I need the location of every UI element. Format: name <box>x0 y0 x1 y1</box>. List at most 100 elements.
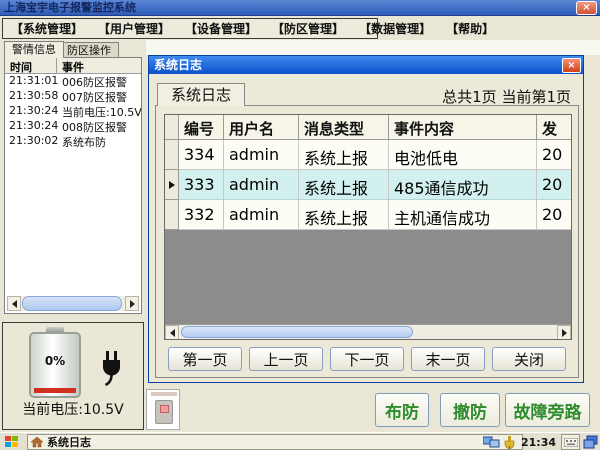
battery-level-bar <box>34 388 76 393</box>
device-thumbnail-caption <box>151 392 177 396</box>
tab-alarm-info-label: 警情信息 <box>12 43 56 56</box>
battery-panel: 0% 当前电压:10.5V <box>2 322 144 430</box>
menu-device[interactable]: 【设备管理】 <box>185 20 257 37</box>
cell-user: admin <box>224 200 299 230</box>
start-button[interactable] <box>5 436 18 448</box>
col-header-time: 时间 <box>5 58 57 73</box>
scroll-left-icon[interactable] <box>7 296 21 311</box>
cell-id: 332 <box>179 200 224 230</box>
col-header-event: 事件 <box>57 58 141 73</box>
event-text: 系统布防 <box>57 134 141 149</box>
first-page-button[interactable]: 第一页 <box>168 347 242 371</box>
cell-id: 333 <box>179 170 224 200</box>
last-page-button[interactable]: 末一页 <box>411 347 485 371</box>
cell-user: admin <box>224 140 299 170</box>
cell-content: 485通信成功 <box>389 170 537 200</box>
cell-type: 系统上报 <box>299 200 389 230</box>
cell-time: 20 <box>537 170 571 200</box>
dialog-title: 系统日志 <box>154 58 202 72</box>
tab-alarm-info[interactable]: 警情信息 <box>4 41 64 58</box>
window-close-button[interactable]: × <box>576 1 597 15</box>
scroll-right-icon[interactable] <box>125 296 139 311</box>
prev-page-button[interactable]: 上一页 <box>249 347 323 371</box>
cell-type: 系统上报 <box>299 170 389 200</box>
list-item[interactable]: 21:30:24 008防区报警 <box>5 119 141 134</box>
dialog-tab-page: 编号 用户名 消息类型 事件内容 发 334 admin 系统上报 电池低电 2… <box>155 105 579 378</box>
scroll-left-icon[interactable] <box>165 325 179 340</box>
cell-user: admin <box>224 170 299 200</box>
scroll-right-icon[interactable] <box>557 325 571 340</box>
network-icon[interactable] <box>483 436 500 449</box>
device-thumbnail <box>146 389 180 430</box>
window-titlebar: 上海宝宇电子报警监控系统 <box>0 0 600 16</box>
window-switcher-icon[interactable] <box>583 435 598 450</box>
scrollbar-thumb[interactable] <box>22 296 122 311</box>
alarm-device-icon <box>155 400 173 424</box>
arm-button[interactable]: 布防 <box>375 393 429 427</box>
fault-bypass-button[interactable]: 故障旁路 <box>505 393 590 427</box>
cell-type: 系统上报 <box>299 140 389 170</box>
client-background-strip <box>146 40 600 55</box>
cell-content: 电池低电 <box>389 140 537 170</box>
col-header-content: 事件内容 <box>389 115 537 140</box>
close-icon: × <box>582 2 590 13</box>
cell-time: 20 <box>537 140 571 170</box>
window-title: 上海宝宇电子报警监控系统 <box>4 1 136 14</box>
menu-data[interactable]: 【数据管理】 <box>359 20 431 37</box>
list-item[interactable]: 21:30:58 007防区报警 <box>5 89 141 104</box>
clock: 21:34 <box>519 436 558 449</box>
connection-plug-icon[interactable] <box>503 436 516 449</box>
event-list-hscrollbar[interactable] <box>7 296 139 311</box>
power-plug-icon <box>99 349 125 393</box>
event-text: 007防区报警 <box>57 89 141 104</box>
page-info: 总共1页 当前第1页 <box>442 86 571 107</box>
event-text: 008防区报警 <box>57 119 141 134</box>
grid-hscrollbar[interactable] <box>165 324 571 339</box>
log-grid: 编号 用户名 消息类型 事件内容 发 334 admin 系统上报 电池低电 2… <box>164 114 572 340</box>
row-selector-arrow-icon <box>165 170 179 200</box>
row-selector <box>165 200 179 230</box>
cell-id: 334 <box>179 140 224 170</box>
dialog-tab-system-log[interactable]: 系统日志 <box>157 83 245 106</box>
menu-zone[interactable]: 【防区管理】 <box>272 20 344 37</box>
list-item[interactable]: 21:31:01 006防区报警 <box>5 74 141 89</box>
keyboard-icon[interactable] <box>561 434 580 450</box>
next-page-button[interactable]: 下一页 <box>330 347 404 371</box>
dialog-close-button[interactable]: × <box>562 58 581 73</box>
pagination-row: 第一页 上一页 下一页 末一页 关闭 <box>156 347 578 371</box>
row-selector <box>165 140 179 170</box>
system-tray: 21:34 <box>483 434 598 450</box>
disarm-button[interactable]: 撤防 <box>440 393 500 427</box>
table-row[interactable]: 334 admin 系统上报 电池低电 20 <box>165 140 571 170</box>
list-item[interactable]: 21:30:02 系统布防 <box>5 134 141 149</box>
dialog-tab-label: 系统日志 <box>171 86 231 104</box>
menu-user[interactable]: 【用户管理】 <box>98 20 170 37</box>
log-grid-header: 编号 用户名 消息类型 事件内容 发 <box>165 115 571 140</box>
alarm-event-list: 时间 事件 21:31:01 006防区报警 21:30:58 007防区报警 … <box>4 57 142 314</box>
list-item[interactable]: 21:30:24 当前电压:10.5V <box>5 104 141 119</box>
taskbar-item-system-log[interactable]: 系统日志 <box>27 434 523 450</box>
scrollbar-thumb[interactable] <box>181 326 413 338</box>
cell-time: 20 <box>537 200 571 230</box>
taskbar-item-label: 系统日志 <box>47 434 91 450</box>
close-icon: × <box>567 60 575 71</box>
event-text: 006防区报警 <box>57 74 141 89</box>
col-header-type: 消息类型 <box>299 115 389 140</box>
windows-logo-icon <box>5 436 11 441</box>
home-icon <box>31 437 43 448</box>
table-row[interactable]: 332 admin 系统上报 主机通信成功 20 <box>165 200 571 230</box>
app-window: { "window": { "title": "上海宝宇电子报警监控系统", "… <box>0 0 600 450</box>
tab-zone-operate[interactable]: 防区操作 <box>59 42 119 58</box>
event-text: 当前电压:10.5V <box>57 104 141 119</box>
dialog-titlebar: 系统日志 <box>149 56 583 74</box>
event-time: 21:30:02 <box>5 134 57 149</box>
table-row-selected[interactable]: 333 admin 系统上报 485通信成功 20 <box>165 170 571 200</box>
menu-bar: 【系统管理】 【用户管理】 【设备管理】 【防区管理】 【数据管理】 【帮助】 <box>2 18 378 39</box>
system-log-dialog: 系统日志 × 系统日志 总共1页 当前第1页 编号 用户名 消息类型 事件内容 … <box>148 55 584 383</box>
voltage-label: 当前电压:10.5V <box>3 399 143 419</box>
menu-help[interactable]: 【帮助】 <box>446 20 494 37</box>
event-time: 21:30:24 <box>5 119 57 134</box>
battery-icon: 0% <box>29 332 81 398</box>
menu-system[interactable]: 【系统管理】 <box>11 20 83 37</box>
close-dialog-button[interactable]: 关闭 <box>492 347 566 371</box>
